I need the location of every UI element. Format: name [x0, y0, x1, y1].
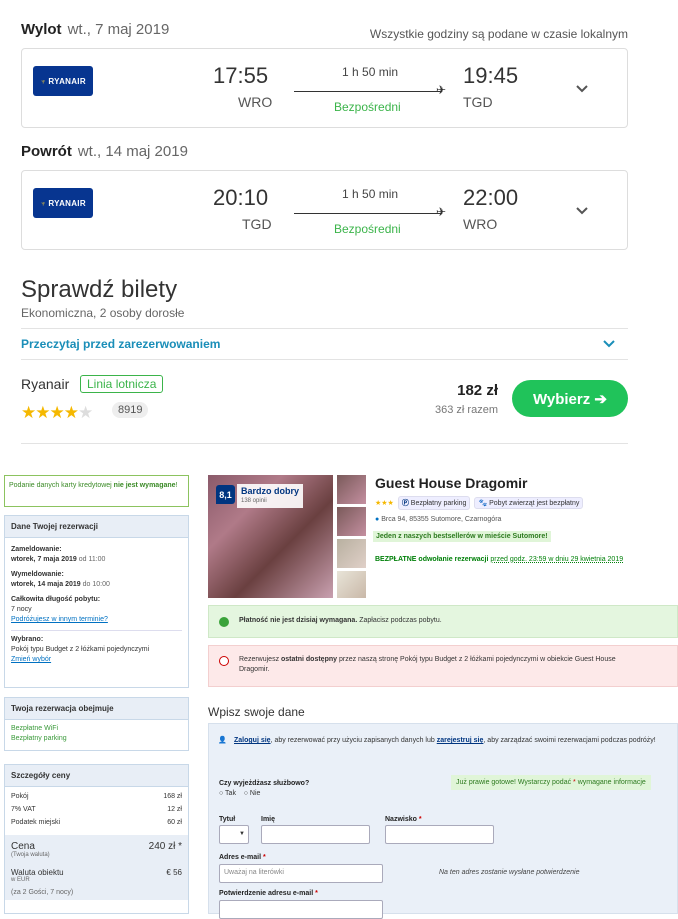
change-choice-link[interactable]: Zmień wybór	[11, 656, 51, 663]
parking-badge: Ⓟ Bezpłatny parking	[397, 496, 471, 510]
outbound-header: Wylot wt., 7 maj 2019	[21, 21, 169, 38]
rating-stars: ★★★★★	[21, 403, 93, 422]
user-icon: 👤	[218, 737, 227, 744]
hotel-thumb[interactable]	[337, 539, 366, 568]
details-header: Dane Twojej rezerwacji	[5, 516, 188, 538]
outbound-duration: 1 h 50 min	[342, 65, 399, 79]
divider	[21, 328, 628, 329]
email-confirm-label: Potwierdzenie adresu e-mail *	[219, 890, 318, 897]
chevron-down-icon[interactable]	[576, 83, 588, 95]
dropdown-arrow-icon: ▼	[239, 831, 245, 837]
email-label: Adres e-mail *	[219, 854, 266, 861]
timezone-note: Wszystkie godziny są podane w czasie lok…	[369, 27, 628, 41]
hotel-thumb[interactable]	[337, 571, 366, 598]
last-room-alert: Rezerwujesz ostatni dostępny przez naszą…	[208, 645, 678, 687]
card-notice: Podanie danych karty kredytowej nie jest…	[4, 475, 189, 507]
guest-form: 👤 Zaloguj się, aby rezerwować przy użyci…	[208, 723, 678, 919]
divider	[21, 359, 628, 360]
return-header: Powrót wt., 14 maj 2019	[21, 143, 188, 160]
route-line	[294, 213, 442, 214]
location-pin-icon: ●	[375, 516, 380, 523]
select-button[interactable]: Wybierz ➔	[512, 380, 628, 417]
last-name-input[interactable]	[385, 825, 494, 844]
outbound-date: wt., 7 maj 2019	[67, 21, 170, 38]
hotel-thumb[interactable]	[337, 475, 366, 504]
outbound-direct: Bezpośredni	[334, 100, 401, 114]
ryanair-logo: ♆ RYANAIR	[33, 188, 93, 218]
tickets-title: Sprawdź bilety	[21, 276, 178, 303]
business-trip-question: Czy wyjeżdżasz służbowo?	[219, 780, 310, 787]
login-prompt: 👤 Zaloguj się, aby rezerwować przy użyci…	[218, 737, 656, 744]
radio-no[interactable]: ○ Nie	[244, 790, 261, 797]
outbound-label: Wylot	[21, 21, 62, 38]
payment-alert: Płatność nie jest dzisiaj wymagana. Zapł…	[208, 605, 678, 638]
plane-icon: ✈	[436, 83, 447, 97]
return-flight-card[interactable]: ♆ RYANAIR 20:10 TGD 1 h 50 min ✈ Bezpośre…	[21, 170, 628, 250]
plane-icon: ✈	[436, 205, 447, 219]
hotel-stars: ★★★	[375, 500, 394, 507]
route-line	[294, 91, 442, 92]
hotel-thumb[interactable]	[337, 507, 366, 536]
check-icon	[219, 617, 229, 627]
business-trip-radios: ○ Tak ○ Nie	[219, 790, 260, 797]
ticket-price-total: 363 zł razem	[435, 404, 498, 416]
return-dep-code: TGD	[242, 216, 272, 232]
form-title: Wpisz swoje dane	[208, 705, 305, 719]
return-direct: Bezpośredni	[334, 222, 401, 236]
outbound-arr-time: 19:45	[463, 63, 519, 88]
reservation-details: Dane Twojej rezerwacji Zameldowanie: wto…	[4, 515, 189, 688]
chevron-down-icon[interactable]	[603, 338, 615, 350]
divider	[21, 443, 628, 444]
total-price: 240 zł *	[148, 841, 182, 852]
last-name-label: Nazwisko *	[385, 816, 422, 823]
read-before-booking-link[interactable]: Przeczytaj przed zarezerwowaniem	[21, 337, 220, 351]
free-cancellation: BEZPŁATNE odwołanie rezerwacji przed god…	[375, 556, 624, 563]
review-score: 8,1	[216, 485, 235, 504]
almost-done-note: Już prawie gotowe! Wystarczy podać * wym…	[451, 775, 651, 790]
provider-name: Ryanair	[21, 376, 70, 392]
return-duration: 1 h 50 min	[342, 187, 399, 201]
hotel-address: ● Brca 94, 85355 Sutomore, Czarnogóra	[375, 516, 502, 523]
ryanair-logo: ♆ RYANAIR	[33, 66, 93, 96]
title-label: Tytuł	[219, 816, 236, 823]
return-arr-code: WRO	[463, 216, 498, 232]
return-label: Powrót	[21, 143, 72, 160]
includes-box: Twoja rezerwacja obejmuje Bezpłatne WiFi…	[4, 697, 189, 751]
price-details: Szczegóły ceny Pokój 168 zł 7% VAT 12 zł P…	[4, 764, 189, 914]
email-confirm-input[interactable]	[219, 900, 383, 919]
outbound-dep-time: 17:55	[213, 63, 269, 88]
booking-page: Podanie danych karty kredytowej nie jest…	[0, 455, 678, 919]
chevron-down-icon[interactable]	[576, 205, 588, 217]
return-date: wt., 14 maj 2019	[77, 143, 188, 160]
review-score-label: Bardzo dobry 138 opinii	[237, 484, 304, 508]
register-link[interactable]: zarejestruj się	[437, 737, 484, 744]
bestseller-badge: Jeden z naszych bestsellerów w mieście S…	[373, 531, 551, 542]
outbound-arr-code: TGD	[463, 94, 493, 110]
change-dates-link[interactable]: Podróżujesz w innym terminie?	[11, 616, 108, 623]
hotel-amenities: ★★★ Ⓟ Bezpłatny parking 🐾 Pobyt zwierząt…	[375, 496, 584, 510]
return-dep-time: 20:10	[213, 185, 269, 210]
email-input[interactable]: Uważaj na literówki	[219, 864, 383, 883]
reviews-count: 8919	[112, 402, 149, 418]
pets-badge: 🐾 Pobyt zwierząt jest bezpłatny	[474, 497, 584, 509]
login-link[interactable]: Zaloguj się	[234, 737, 271, 744]
first-name-input[interactable]	[261, 825, 370, 844]
outbound-dep-code: WRO	[238, 94, 273, 110]
first-name-label: Imię	[261, 816, 276, 823]
radio-yes[interactable]: ○ Tak	[219, 790, 236, 797]
alert-icon	[219, 656, 229, 666]
tickets-subtitle: Ekonomiczna, 2 osoby dorosłe	[21, 306, 185, 320]
return-arr-time: 22:00	[463, 185, 519, 210]
email-note: Na ten adres zostanie wysłane potwierdze…	[439, 869, 580, 876]
provider-badge: Linia lotnicza	[80, 375, 164, 393]
title-select[interactable]: ▼	[219, 825, 249, 844]
outbound-flight-card[interactable]: ♆ RYANAIR 17:55 WRO 1 h 50 min ✈ Bezpośre…	[21, 48, 628, 128]
paw-icon: 🐾	[478, 500, 488, 507]
hotel-name[interactable]: Guest House Dragomir	[375, 475, 527, 491]
ticket-price: 182 zł	[457, 382, 498, 399]
